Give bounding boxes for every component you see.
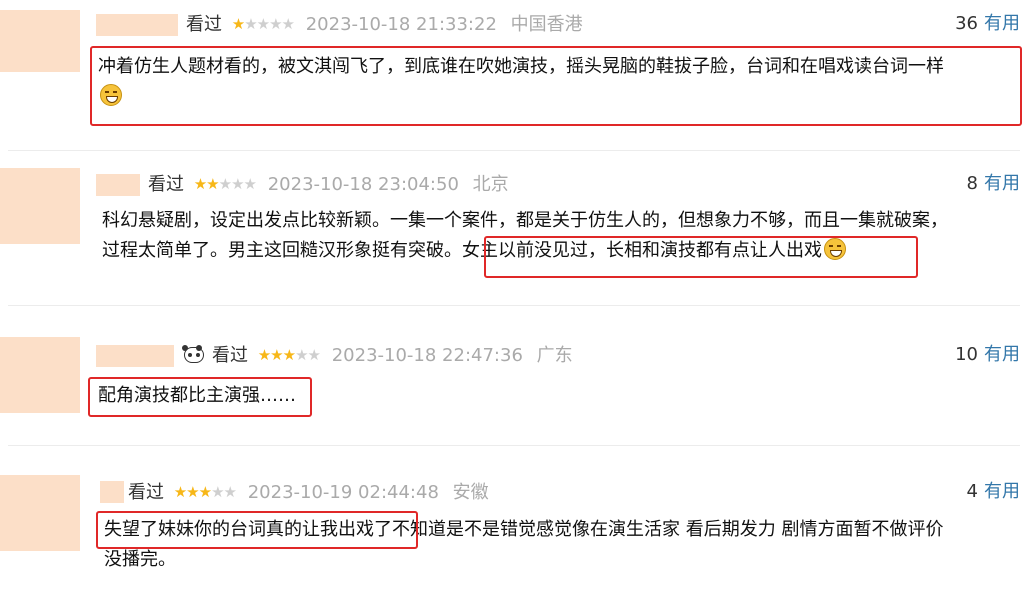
avatar[interactable] — [0, 475, 80, 551]
review-location: 中国香港 — [510, 14, 583, 35]
highlight-box — [484, 236, 918, 278]
useful-count: 36 — [955, 13, 978, 34]
review-text-line: 科幻悬疑剧，设定出发点比较新颖。一集一个案件，都是关于仿生人的，但想象力不够，而… — [102, 210, 948, 231]
avatar[interactable] — [0, 168, 80, 244]
review-meta: 看过 ★★★★★ 2023-10-18 22:47:36 广东 — [182, 343, 573, 367]
review-date: 2023-10-18 22:47:36 — [331, 345, 523, 366]
avatar[interactable] — [0, 337, 80, 413]
username-placeholder[interactable] — [96, 345, 174, 367]
review-meta: 看过 ★★★★★ 2023-10-18 21:33:22 中国香港 — [186, 12, 583, 36]
watched-status: 看过 — [128, 482, 164, 503]
review-item: 看过 ★★★★★ 2023-10-18 21:33:22 中国香港 36 有用 冲… — [0, 0, 1024, 150]
watched-status: 看过 — [148, 174, 184, 195]
panda-icon — [182, 345, 204, 363]
username-placeholder[interactable] — [96, 14, 178, 36]
review-text-segment: 不知道是不是错觉感觉像在演生活家 看后期发力 剧情方面暂不做评价 — [392, 519, 944, 540]
review-date: 2023-10-19 02:44:48 — [247, 482, 439, 503]
highlight-box — [90, 46, 1022, 126]
useful-button[interactable]: 有用 — [984, 481, 1020, 502]
review-meta: 看过 ★★★★★ 2023-10-18 23:04:50 北京 — [148, 172, 509, 196]
highlight-box — [96, 511, 418, 549]
review-location: 安徽 — [452, 482, 489, 503]
username-placeholder[interactable] — [100, 481, 124, 503]
review-item: 看过 ★★★★★ 2023-10-18 22:47:36 广东 10 有用 配角演… — [0, 305, 1024, 445]
rating-stars: ★★★★★ — [257, 346, 321, 364]
review-text-segment: 过程太简单了。男主这回糙汉形象挺有突破。 — [102, 240, 462, 261]
review-item: 看过 ★★★★★ 2023-10-18 23:04:50 北京 8 有用 科幻悬疑… — [0, 150, 1024, 305]
review-meta: 看过 ★★★★★ 2023-10-19 02:44:48 安徽 — [128, 480, 489, 504]
rating-stars: ★★★★★ — [231, 15, 295, 33]
useful-vote[interactable]: 8 有用 — [967, 172, 1020, 196]
review-date: 2023-10-18 23:04:50 — [267, 174, 459, 195]
username-placeholder[interactable] — [96, 174, 140, 196]
useful-vote[interactable]: 4 有用 — [967, 480, 1020, 504]
useful-count: 10 — [955, 344, 978, 365]
watched-status: 看过 — [212, 345, 248, 366]
useful-vote[interactable]: 36 有用 — [955, 12, 1020, 36]
useful-vote[interactable]: 10 有用 — [955, 343, 1020, 367]
review-date: 2023-10-18 21:33:22 — [305, 14, 497, 35]
rating-stars: ★★★★★ — [193, 175, 257, 193]
rating-stars: ★★★★★ — [173, 483, 237, 501]
useful-button[interactable]: 有用 — [984, 13, 1020, 34]
highlight-box — [88, 377, 312, 417]
watched-status: 看过 — [186, 14, 222, 35]
review-item: 看过 ★★★★★ 2023-10-19 02:44:48 安徽 4 有用 失望了妹… — [0, 445, 1024, 589]
useful-button[interactable]: 有用 — [984, 344, 1020, 365]
useful-count: 8 — [966, 173, 978, 194]
review-location: 北京 — [472, 174, 509, 195]
useful-button[interactable]: 有用 — [984, 173, 1020, 194]
review-text-line: 没播完。 — [104, 549, 176, 570]
useful-count: 4 — [966, 481, 978, 502]
avatar[interactable] — [0, 10, 80, 72]
review-location: 广东 — [536, 345, 573, 366]
